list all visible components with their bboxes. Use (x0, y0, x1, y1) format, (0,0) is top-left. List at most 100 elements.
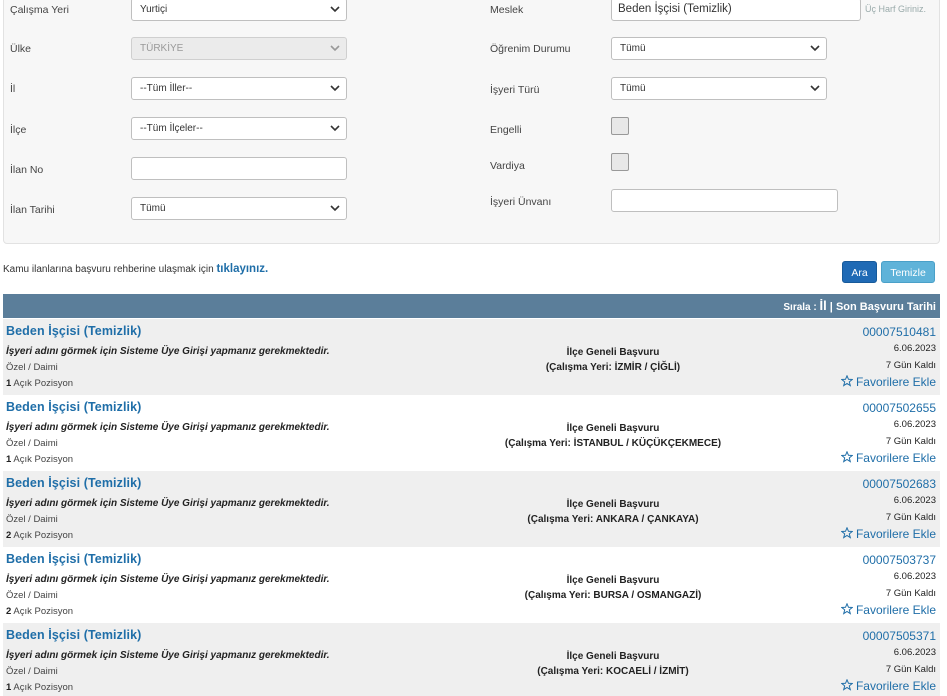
days-left: 7 Gün Kaldı (885, 664, 936, 675)
apply-scope: İlçe Geneli Başvuru (566, 499, 660, 510)
add-favorite-link[interactable]: Favorilere Ekle (840, 374, 936, 389)
listing-number[interactable]: 00007502655 (863, 401, 936, 415)
position-label: Açık Pozisyon (11, 378, 74, 389)
add-favorite-link[interactable]: Favorilere Ekle (840, 526, 936, 541)
isyeri-turu-select[interactable]: Tümü (611, 77, 827, 100)
listing-number[interactable]: 00007502683 (863, 477, 936, 491)
ilce-label: İlçe (10, 124, 27, 136)
days-left: 7 Gün Kaldı (885, 588, 936, 599)
clear-button[interactable]: Temizle (881, 261, 935, 283)
listing-title[interactable]: Beden İşçisi (Temizlik) (6, 552, 141, 566)
listing-center: İlçe Geneli Başvuru (Çalışma Yeri: KOCAE… (463, 649, 763, 679)
add-favorite-label: Favorilere Ekle (855, 451, 936, 465)
engelli-checkbox[interactable] (611, 117, 629, 135)
listing-center: İlçe Geneli Başvuru (Çalışma Yeri: İSTAN… (463, 421, 763, 451)
listing-number[interactable]: 00007505371 (863, 629, 936, 643)
star-icon (840, 450, 854, 463)
add-favorite-link[interactable]: Favorilere Ekle (840, 602, 936, 617)
add-favorite-label: Favorilere Ekle (855, 375, 936, 389)
listing-center: İlçe Geneli Başvuru (Çalışma Yeri: BURSA… (463, 573, 763, 603)
sort-prefix: Sırala : (783, 302, 820, 313)
isyeri-unvani-label: İşyeri Ünvanı (490, 196, 552, 208)
listing-date: 6.06.2023 (893, 571, 936, 582)
il-label: İl (10, 83, 16, 95)
search-button[interactable]: Ara (842, 261, 877, 283)
ulke-select: TÜRKİYE (131, 37, 347, 60)
guide-label: Kamu ilanlarına başvuru rehberine ulaşma… (3, 264, 217, 275)
listing-type: Özel / Daimi (6, 438, 58, 449)
vardiya-checkbox[interactable] (611, 153, 629, 171)
listing-row: Beden İşçisi (Temizlik) İşyeri adını gör… (3, 623, 940, 696)
days-left: 7 Gün Kaldı (885, 436, 936, 447)
listing-title[interactable]: Beden İşçisi (Temizlik) (6, 324, 141, 338)
listing-notice: İşyeri adını görmek için Sisteme Üye Gir… (6, 574, 330, 585)
isyeri-unvani-input[interactable] (611, 189, 838, 212)
ulke-value: TÜRKİYE (140, 43, 184, 54)
chevron-down-icon (330, 123, 340, 133)
star-icon (840, 678, 854, 691)
listing-type: Özel / Daimi (6, 514, 58, 525)
ilan-tarihi-select[interactable]: Tümü (131, 197, 347, 220)
listing-positions: 1 Açık Pozisyon (6, 378, 73, 389)
days-left: 7 Gün Kaldı (885, 512, 936, 523)
vardiya-label: Vardiya (490, 160, 525, 172)
position-label: Açık Pozisyon (11, 682, 74, 693)
listing-date: 6.06.2023 (893, 495, 936, 506)
meslek-hint: Üç Harf Giriniz. (865, 4, 927, 14)
guide-text: Kamu ilanlarına başvuru rehberine ulaşma… (3, 263, 268, 275)
meslek-input[interactable]: Beden İşçisi (Temizlik) (611, 0, 861, 21)
listing-notice: İşyeri adını görmek için Sisteme Üye Gir… (6, 498, 330, 509)
chevron-down-icon (330, 83, 340, 93)
calisma-yeri-select[interactable]: Yurtiçi (131, 0, 347, 21)
add-favorite-link[interactable]: Favorilere Ekle (840, 678, 936, 693)
chevron-down-icon (330, 203, 340, 213)
listing-title[interactable]: Beden İşçisi (Temizlik) (6, 628, 141, 642)
add-favorite-label: Favorilere Ekle (855, 527, 936, 541)
apply-scope: İlçe Geneli Başvuru (566, 423, 660, 434)
work-location: (Çalışma Yeri: KOCAELİ / İZMİT) (537, 666, 689, 677)
listing-row: Beden İşçisi (Temizlik) İşyeri adını gör… (3, 319, 940, 395)
sort-by-deadline-link[interactable]: Son Başvuru Tarihi (836, 301, 936, 313)
apply-scope: İlçe Geneli Başvuru (566, 651, 660, 662)
ogrenim-durumu-value: Tümü (620, 43, 646, 54)
work-location: (Çalışma Yeri: İSTANBUL / KÜÇÜKÇEKMECE) (504, 438, 722, 449)
listing-row: Beden İşçisi (Temizlik) İşyeri adını gör… (3, 395, 940, 471)
add-favorite-label: Favorilere Ekle (855, 679, 936, 693)
listing-type: Özel / Daimi (6, 362, 58, 373)
chevron-down-icon (810, 83, 820, 93)
listing-positions: 1 Açık Pozisyon (6, 454, 73, 465)
il-select[interactable]: --Tüm İller-- (131, 77, 347, 100)
listing-positions: 2 Açık Pozisyon (6, 530, 73, 541)
listing-title[interactable]: Beden İşçisi (Temizlik) (6, 476, 141, 490)
listing-number[interactable]: 00007503737 (863, 553, 936, 567)
il-value: --Tüm İller-- (140, 83, 193, 94)
guide-link[interactable]: tıklayınız. (216, 263, 268, 275)
ilce-select[interactable]: --Tüm İlçeler-- (131, 117, 347, 140)
ilan-no-label: İlan No (10, 164, 44, 176)
listing-notice: İşyeri adını görmek için Sisteme Üye Gir… (6, 346, 330, 357)
listing-date: 6.06.2023 (893, 343, 936, 354)
listing-positions: 1 Açık Pozisyon (6, 682, 73, 693)
isyeri-turu-value: Tümü (620, 83, 646, 94)
listing-center: İlçe Geneli Başvuru (Çalışma Yeri: ANKAR… (463, 497, 763, 527)
sort-by-il-link[interactable]: İl (820, 298, 827, 313)
ogrenim-durumu-select[interactable]: Tümü (611, 37, 827, 60)
star-icon (840, 526, 854, 539)
listing-title[interactable]: Beden İşçisi (Temizlik) (6, 400, 141, 414)
add-favorite-link[interactable]: Favorilere Ekle (840, 450, 936, 465)
ilan-tarihi-label: İlan Tarihi (10, 204, 55, 216)
engelli-label: Engelli (490, 124, 522, 136)
listing-type: Özel / Daimi (6, 666, 58, 677)
work-location: (Çalışma Yeri: BURSA / OSMANGAZİ) (524, 590, 702, 601)
listing-date: 6.06.2023 (893, 419, 936, 430)
chevron-down-icon (810, 43, 820, 53)
apply-scope: İlçe Geneli Başvuru (566, 347, 660, 358)
star-icon (840, 374, 854, 387)
listing-number[interactable]: 00007510481 (863, 325, 936, 339)
listing-center: İlçe Geneli Başvuru (Çalışma Yeri: İZMİR… (463, 345, 763, 375)
add-favorite-label: Favorilere Ekle (855, 603, 936, 617)
ilan-no-input[interactable] (131, 157, 347, 180)
ulke-label: Ülke (10, 43, 32, 55)
ogrenim-durumu-label: Öğrenim Durumu (490, 43, 571, 55)
position-label: Açık Pozisyon (11, 606, 74, 617)
